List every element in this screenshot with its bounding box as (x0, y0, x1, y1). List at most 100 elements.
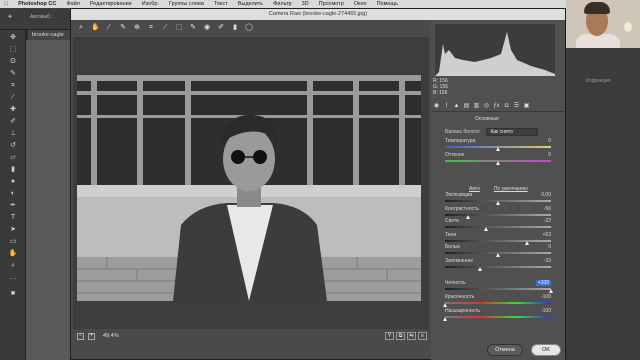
slider-value[interactable]: +53 (543, 232, 551, 238)
slider-10[interactable]: Насыщенность -100 (443, 308, 555, 322)
slider-value[interactable]: -33 (544, 258, 551, 264)
lens-icon[interactable]: ◎ (483, 103, 490, 110)
ok-button[interactable]: OK (531, 344, 561, 356)
crop-tool-icon[interactable]: ⌗ (8, 82, 18, 90)
slider-8[interactable]: Четкость +100 (445, 280, 555, 294)
slider-track[interactable] (445, 316, 551, 318)
type-tool-icon[interactable]: T (8, 214, 18, 222)
photo-preview[interactable] (77, 75, 421, 301)
adjustments-label[interactable]: Коррекция (586, 78, 611, 84)
app-name[interactable]: Photoshop CC (18, 1, 56, 7)
target-adjust-icon[interactable]: ⊕ (133, 24, 141, 32)
zoom-tool-icon[interactable]: ⌕ (8, 262, 18, 270)
white-balance-icon[interactable]: ⁄ (105, 24, 113, 32)
hsl-icon[interactable]: ▤ (463, 103, 470, 110)
slider-thumb[interactable] (443, 317, 447, 321)
eraser-tool-icon[interactable]: ▱ (8, 154, 18, 162)
menu-filter[interactable]: Фильтр (273, 1, 291, 7)
menu-image[interactable]: Изобр. (142, 1, 159, 7)
color-sampler-icon[interactable]: ✎ (119, 24, 127, 32)
slider-6[interactable]: Белые 0 (445, 244, 555, 258)
basic-tab-icon[interactable]: ◉ (433, 103, 440, 110)
slider-thumb[interactable] (496, 201, 500, 205)
presets-icon[interactable]: ☰ (513, 103, 520, 110)
zoom-in-button[interactable]: + (88, 332, 95, 340)
graduated-filter-icon[interactable]: ▮ (231, 24, 239, 32)
slider-9[interactable]: Красочность -100 (443, 294, 555, 308)
slider-value[interactable]: -100 (541, 294, 551, 300)
blur-tool-icon[interactable]: ● (8, 178, 18, 186)
stamp-tool-icon[interactable]: ⊥ (8, 130, 18, 138)
slider-value[interactable]: +100 (535, 280, 551, 286)
slider-4[interactable]: Света -22 (445, 218, 555, 232)
slider-value[interactable]: 0 (548, 138, 551, 144)
swap-view-button[interactable]: ⧉ (396, 332, 405, 340)
straighten-icon[interactable]: ⟋ (161, 24, 169, 32)
more-tools-icon[interactable]: … (8, 274, 18, 282)
zoom-out-button[interactable]: − (77, 332, 84, 340)
menu-view[interactable]: Просмотр (319, 1, 344, 7)
menu-select[interactable]: Выделить (238, 1, 263, 7)
detail-icon[interactable]: ▲ (453, 103, 460, 110)
menu-layer-groups[interactable]: Группы слоев (169, 1, 204, 7)
snapshots-icon[interactable]: ▣ (523, 103, 530, 110)
slider-value[interactable]: -22 (544, 218, 551, 224)
slider-value[interactable]: 0 (548, 244, 551, 250)
healing-tool-icon[interactable]: ✚ (8, 106, 18, 114)
eyedropper-tool-icon[interactable]: ⁄ (8, 94, 18, 102)
red-eye-icon[interactable]: ◉ (203, 24, 211, 32)
hand-tool-icon[interactable]: ✋ (8, 250, 18, 258)
slider-thumb[interactable] (443, 303, 447, 307)
marquee-tool-icon[interactable]: ⬚ (8, 46, 18, 54)
slider-0[interactable]: Температура 0 (445, 138, 555, 152)
apple-icon[interactable]:  (4, 1, 8, 7)
slider-track[interactable] (445, 226, 551, 228)
lasso-tool-icon[interactable]: ʘ (8, 58, 18, 66)
radial-filter-icon[interactable]: ◯ (245, 24, 253, 32)
slider-track[interactable] (445, 214, 551, 216)
slider-thumb[interactable] (496, 147, 500, 151)
adjustment-brush-icon[interactable]: ✐ (217, 24, 225, 32)
slider-track[interactable] (445, 240, 551, 242)
slider-thumb[interactable] (549, 289, 553, 293)
document-tab[interactable]: brooke-cagle (28, 30, 72, 40)
zoom-icon[interactable]: ⌕ (77, 24, 85, 32)
slider-1[interactable]: Оттенок 0 (445, 152, 555, 166)
slider-thumb[interactable] (484, 227, 489, 231)
color-swatches-icon[interactable]: ■ (8, 290, 18, 298)
copy-settings-button[interactable]: ⇆ (407, 332, 416, 340)
menu-edit[interactable]: Редактирование (90, 1, 132, 7)
gradient-tool-icon[interactable]: ▮ (8, 166, 18, 174)
slider-track[interactable] (445, 302, 551, 304)
auto-select-label[interactable]: Автовыб.: (30, 14, 53, 20)
before-after-button[interactable]: Y (385, 332, 394, 340)
menu-file[interactable]: Файл (66, 1, 80, 7)
split-toning-icon[interactable]: ▥ (473, 103, 480, 110)
move-tool-icon[interactable]: ✥ (8, 14, 12, 20)
move-tool-icon[interactable]: ✥ (8, 34, 18, 42)
path-select-icon[interactable]: ➤ (8, 226, 18, 234)
slider-track[interactable] (445, 266, 551, 268)
default-link[interactable]: По умолчанию (494, 186, 528, 192)
transform-icon[interactable]: ⬚ (175, 24, 183, 32)
white-balance-select[interactable]: Как снято (486, 128, 539, 136)
effects-icon[interactable]: ƒx (493, 103, 500, 110)
menu-text[interactable]: Текст (214, 1, 228, 7)
camera-calibration-icon[interactable]: ◘ (503, 103, 510, 110)
slider-thumb[interactable] (496, 253, 500, 257)
zoom-level[interactable]: 49,4% (103, 333, 119, 339)
auto-link[interactable]: Авто (469, 186, 480, 192)
menu-window[interactable]: Окно (354, 1, 367, 7)
quick-select-tool-icon[interactable]: ✎ (8, 70, 18, 78)
slider-track[interactable] (445, 288, 551, 290)
slider-value[interactable]: -56 (544, 206, 551, 212)
slider-7[interactable]: Затемнение -33 (445, 258, 555, 272)
tone-curve-icon[interactable]: ⌇ (443, 103, 450, 110)
slider-value[interactable]: 0 (548, 152, 551, 158)
slider-value[interactable]: -100 (541, 308, 551, 314)
slider-2[interactable]: Экспозиция 0,00 (445, 192, 555, 206)
slider-thumb[interactable] (496, 161, 500, 165)
crop-icon[interactable]: ⌗ (147, 24, 155, 32)
menu-3d[interactable]: 3D (302, 1, 309, 7)
preferences-button[interactable]: ≡ (418, 332, 427, 340)
